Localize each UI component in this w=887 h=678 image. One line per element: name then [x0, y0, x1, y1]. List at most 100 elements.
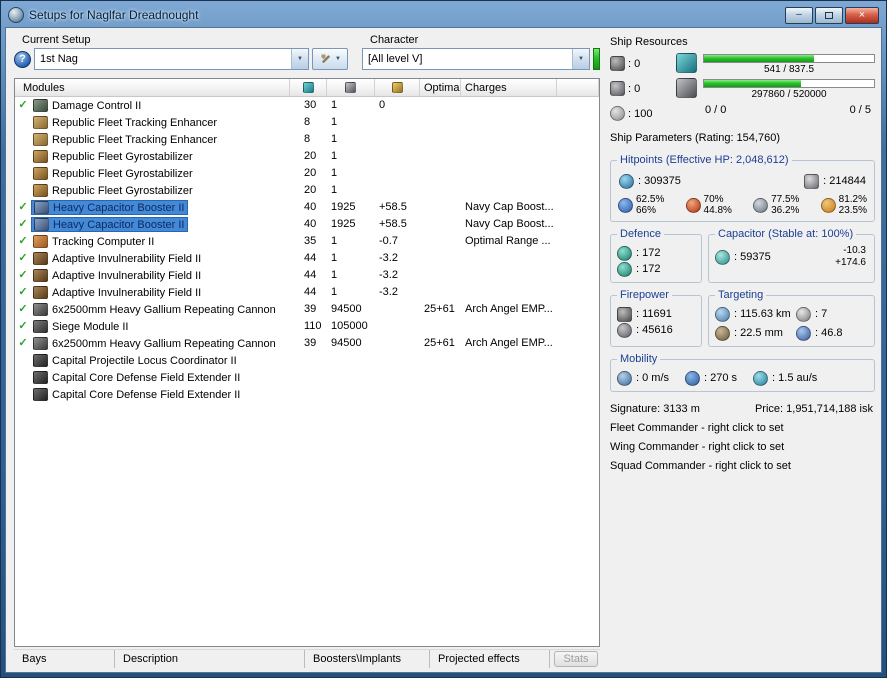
titlebar[interactable]: Setups for Naglfar Dreadnought – × — [5, 3, 882, 27]
mobility-groupbox: Mobility : 0 m/s : 270 s : 1.5 au/s — [610, 353, 875, 392]
module-label[interactable]: Damage Control II — [31, 98, 144, 113]
max-velocity-icon — [617, 370, 632, 386]
cell-cap: 0 — [379, 99, 386, 111]
table-row[interactable]: Republic Fleet Gyrostabilizer 20 1 — [15, 182, 599, 199]
module-label[interactable]: 6x2500mm Heavy Gallium Repeating Cannon — [31, 336, 279, 351]
capacitor-icon — [391, 82, 403, 93]
em-shield-resist: 62.5% — [636, 194, 665, 205]
targeting-groupbox: Targeting : 115.63 km : 7 : 22.5 mm : 46… — [708, 289, 875, 347]
module-label[interactable]: Republic Fleet Tracking Enhancer — [31, 132, 220, 147]
cell-pg: 1 — [331, 116, 338, 128]
column-header-powergrid[interactable] — [327, 79, 375, 96]
module-label[interactable]: Adaptive Invulnerability Field II — [31, 268, 204, 283]
table-row[interactable]: Capital Projectile Locus Coordinator II — [15, 352, 599, 369]
powergrid-bar — [703, 79, 875, 88]
powergrid-bar-fill — [704, 80, 802, 87]
module-name: 6x2500mm Heavy Gallium Repeating Cannon — [52, 303, 276, 316]
cell-cpu: 8 — [304, 133, 311, 145]
armor-hp-icon — [804, 173, 820, 189]
turret-hardpoints-value: : 0 — [628, 57, 641, 70]
table-row[interactable]: ✓ Tracking Computer II 35 1 -0.7 Optimal… — [15, 233, 599, 250]
hitpoints-groupbox: Hitpoints (Effective HP: 2,048,612) : 30… — [610, 154, 875, 222]
capacitor-amount-icon — [715, 249, 730, 265]
module-icon — [33, 167, 48, 180]
tab-projected-effects[interactable]: Projected effects — [430, 650, 550, 668]
firepower-volley-value: : 45616 — [636, 324, 673, 336]
module-label[interactable]: Capital Projectile Locus Coordinator II — [31, 353, 240, 368]
tab-description[interactable]: Description — [115, 650, 305, 668]
module-label[interactable]: Adaptive Invulnerability Field II — [31, 251, 204, 266]
table-row[interactable]: Republic Fleet Gyrostabilizer 20 1 — [15, 165, 599, 182]
module-name: 6x2500mm Heavy Gallium Repeating Cannon — [52, 337, 276, 350]
cell-pg: 105000 — [331, 320, 368, 332]
module-icon — [33, 99, 48, 112]
column-header-optimal[interactable]: Optimal — [420, 79, 461, 96]
module-label[interactable]: Republic Fleet Gyrostabilizer — [31, 149, 196, 164]
module-label[interactable]: Republic Fleet Gyrostabilizer — [31, 183, 196, 198]
minimize-button[interactable]: – — [785, 6, 813, 24]
kinetic-shield-resist: 77.5% — [771, 194, 800, 205]
turret-hardpoints-icon — [610, 56, 625, 71]
kinetic-armor-resist: 36.2% — [771, 205, 800, 216]
table-row[interactable]: ✓ Adaptive Invulnerability Field II 44 1… — [15, 267, 599, 284]
capacitor-drain-value: -10.3 — [843, 245, 866, 256]
table-row[interactable]: ✓ Siege Module II 110 105000 — [15, 318, 599, 335]
stats-button[interactable]: Stats — [554, 651, 598, 667]
column-header-modules[interactable]: Modules — [15, 79, 290, 96]
maximize-button[interactable] — [815, 6, 843, 24]
ship-stats-panel: Ship Resources : 0 : 0 : 100 541 / 837.5… — [610, 34, 875, 668]
character-select[interactable]: [All level V] ▼ — [362, 48, 590, 70]
module-name: Republic Fleet Tracking Enhancer — [52, 133, 218, 146]
module-check-icon: ✓ — [18, 337, 28, 349]
squad-commander-slot[interactable]: Squad Commander - right click to set — [610, 460, 875, 472]
cell-cpu: 44 — [304, 286, 317, 298]
chevron-down-icon[interactable]: ▼ — [572, 49, 589, 69]
fleet-commander-slot[interactable]: Fleet Commander - right click to set — [610, 422, 875, 434]
module-label[interactable]: Republic Fleet Gyrostabilizer — [31, 166, 196, 181]
table-row[interactable]: Republic Fleet Tracking Enhancer 8 1 — [15, 114, 599, 131]
cell-pg: 1925 — [331, 218, 356, 230]
table-row[interactable]: ✓ 6x2500mm Heavy Gallium Repeating Canno… — [15, 335, 599, 352]
price-value: Price: 1,951,714,188 isk — [754, 403, 873, 415]
table-row[interactable]: ✓ Heavy Capacitor Booster II 40 1925 +58… — [15, 199, 599, 216]
column-header-cpu[interactable] — [290, 79, 327, 96]
help-icon[interactable]: ? — [14, 50, 31, 68]
tab-bays[interactable]: Bays — [14, 650, 115, 668]
current-setup-select[interactable]: 1st Nag ▼ — [34, 48, 309, 70]
module-label[interactable]: 6x2500mm Heavy Gallium Repeating Cannon — [31, 302, 279, 317]
module-label[interactable]: Heavy Capacitor Booster II — [31, 217, 189, 232]
module-label[interactable]: Heavy Capacitor Booster II — [31, 200, 189, 215]
table-row[interactable]: ✓ Adaptive Invulnerability Field II 44 1… — [15, 250, 599, 267]
module-label[interactable]: Siege Module II — [31, 319, 131, 334]
module-label[interactable]: Republic Fleet Tracking Enhancer — [31, 115, 220, 130]
module-label[interactable]: Tracking Computer II — [31, 234, 157, 249]
close-button[interactable]: × — [845, 6, 879, 24]
table-row[interactable]: Republic Fleet Gyrostabilizer 20 1 — [15, 148, 599, 165]
wing-commander-slot[interactable]: Wing Commander - right click to set — [610, 441, 875, 453]
cell-cpu: 44 — [304, 269, 317, 281]
module-name: Republic Fleet Gyrostabilizer — [52, 167, 193, 180]
shield-hp-value: : 309375 — [638, 175, 681, 187]
cell-pg: 94500 — [331, 337, 362, 349]
setup-tools-button[interactable]: ▼ — [312, 48, 348, 70]
table-row[interactable]: ✓ Damage Control II 30 1 0 — [15, 97, 599, 114]
table-row[interactable]: ✓ 6x2500mm Heavy Gallium Repeating Canno… — [15, 301, 599, 318]
mobility-title: Mobility — [617, 353, 661, 365]
chevron-down-icon[interactable]: ▼ — [291, 49, 308, 69]
column-header-capacitor[interactable] — [375, 79, 420, 96]
table-row[interactable]: ✓ Adaptive Invulnerability Field II 44 1… — [15, 284, 599, 301]
ship-parameters-title: Ship Parameters (Rating: 154,760) — [610, 132, 780, 144]
table-row[interactable]: ✓ Heavy Capacitor Booster II 40 1925 +58… — [15, 216, 599, 233]
module-label[interactable]: Adaptive Invulnerability Field II — [31, 285, 204, 300]
module-label[interactable]: Capital Core Defense Field Extender II — [31, 387, 243, 402]
table-row[interactable]: Capital Core Defense Field Extender II — [15, 386, 599, 403]
column-header-charges[interactable]: Charges — [461, 79, 557, 96]
table-row[interactable]: Capital Core Defense Field Extender II — [15, 369, 599, 386]
tab-boosters-implants[interactable]: Boosters\Implants — [305, 650, 430, 668]
module-name: Capital Projectile Locus Coordinator II — [52, 354, 237, 367]
shield-recharge-icon — [617, 245, 632, 261]
table-row[interactable]: Republic Fleet Tracking Enhancer 8 1 — [15, 131, 599, 148]
cell-cpu: 110 — [304, 320, 322, 332]
module-label[interactable]: Capital Core Defense Field Extender II — [31, 370, 243, 385]
dps-icon — [617, 306, 632, 322]
